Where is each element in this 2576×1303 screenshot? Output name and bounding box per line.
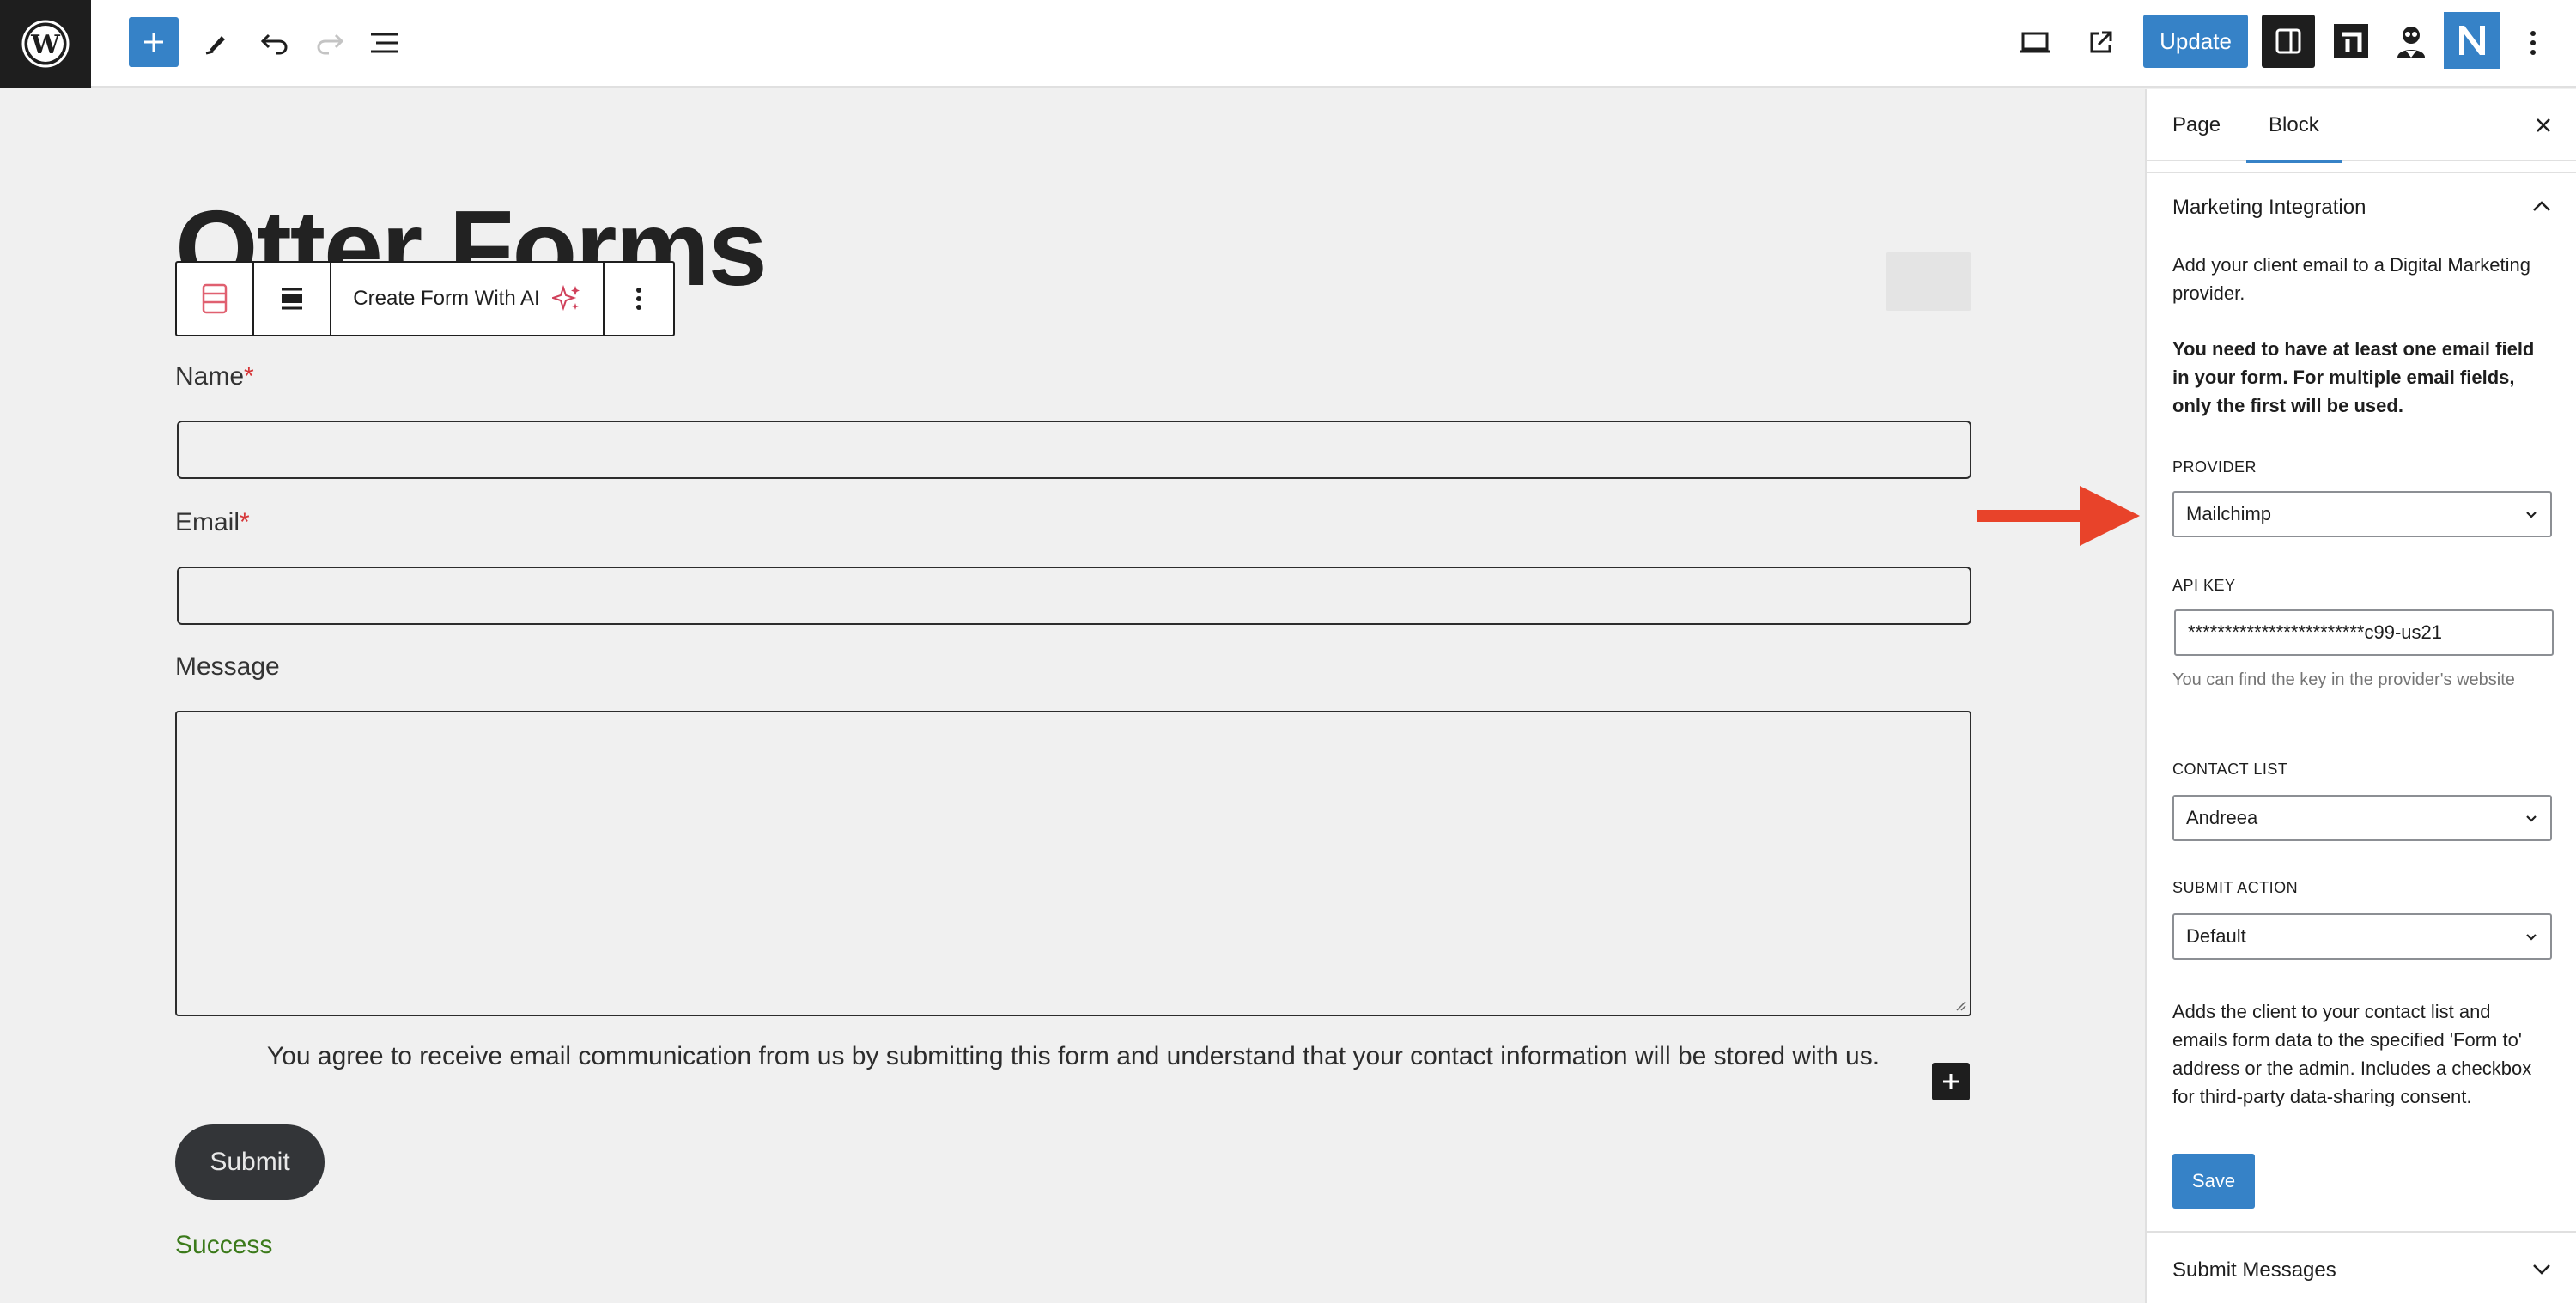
otter-plugin-button[interactable]: [2324, 14, 2379, 69]
tools-button[interactable]: [191, 17, 242, 69]
undo-button[interactable]: [249, 17, 301, 69]
api-key-input[interactable]: ************************c99-us21: [2174, 609, 2554, 656]
align-wide-icon: [282, 288, 302, 310]
submit-action-value: Default: [2186, 925, 2246, 947]
svg-text:W: W: [30, 30, 61, 60]
pencil-icon: [205, 36, 225, 55]
options-button[interactable]: [2507, 17, 2559, 69]
submit-action-description: Adds the client to your contact list and…: [2172, 1001, 2532, 1107]
chevron-up-icon: [2533, 201, 2550, 211]
message-label-text: Message: [175, 652, 280, 681]
api-key-help: You can find the key in the provider's w…: [2172, 670, 2515, 689]
form-submit-button[interactable]: Submit: [175, 1124, 325, 1200]
contact-list-select[interactable]: Andreea: [2172, 795, 2552, 841]
n-plugin-button[interactable]: [2444, 12, 2500, 69]
undo-icon: [260, 33, 288, 55]
block-placeholder: [1886, 252, 1971, 311]
user-plugin-button[interactable]: [2384, 14, 2439, 69]
redo-button[interactable]: [304, 17, 355, 69]
redo-icon: [317, 33, 344, 55]
contact-list-value: Andreea: [2186, 807, 2258, 828]
sparkles-icon: [551, 284, 580, 312]
close-sidebar-button[interactable]: [2524, 106, 2562, 144]
plus-icon: [1943, 1074, 1959, 1089]
settings-toggle-button[interactable]: [2262, 15, 2315, 68]
name-label-text: Name: [175, 362, 245, 391]
message-field-label: Message: [175, 652, 280, 682]
document-overview-button[interactable]: [359, 17, 410, 69]
chevron-down-icon: [2526, 934, 2537, 941]
list-view-icon: [371, 33, 398, 53]
close-icon: [2537, 118, 2550, 132]
message-textarea[interactable]: [175, 711, 1971, 1016]
create-form-with-ai-button[interactable]: Create Form With AI: [331, 263, 605, 335]
external-link-icon: [2090, 31, 2112, 53]
email-input[interactable]: [177, 567, 1971, 625]
name-field-label: Name*: [175, 362, 254, 391]
desktop-icon: [2020, 32, 2050, 53]
editor-top-bar: W Update: [0, 0, 2576, 88]
annotation-arrow-icon: [1977, 486, 2140, 546]
email-label-text: Email: [175, 508, 240, 536]
provider-value: Mailchimp: [2186, 503, 2272, 524]
view-page-button[interactable]: [2075, 17, 2126, 69]
wordpress-logo-button[interactable]: W: [0, 0, 91, 88]
email-requirement-text: You need to have at least one email fiel…: [2172, 338, 2535, 416]
form-block-icon: [202, 283, 228, 314]
chevron-down-icon: [2526, 815, 2537, 822]
block-options-button[interactable]: [605, 263, 673, 335]
tab-page[interactable]: Page: [2172, 89, 2221, 161]
chevron-down-icon: [2533, 1264, 2550, 1275]
name-input[interactable]: [177, 421, 1971, 479]
panel-divider: [2147, 172, 2576, 173]
chevron-down-icon: [2526, 512, 2537, 518]
add-block-inline-button[interactable]: [1932, 1063, 1970, 1100]
expand-panel-button[interactable]: [2524, 1251, 2559, 1286]
align-button[interactable]: [254, 263, 331, 335]
plus-icon: [144, 33, 163, 52]
sidebar-tabs: Page Block: [2147, 89, 2576, 163]
collapse-panel-button[interactable]: [2524, 189, 2559, 223]
required-marker: *: [240, 508, 250, 536]
submit-messages-panel-toggle[interactable]: Submit Messages: [2172, 1258, 2336, 1282]
plugin-n-icon: [2459, 26, 2485, 55]
provider-label: PROVIDER: [2172, 458, 2257, 476]
save-button[interactable]: Save: [2172, 1154, 2255, 1209]
block-toolbar: Create Form With AI: [175, 261, 675, 336]
consent-text: You agree to receive email communication…: [266, 1042, 1880, 1070]
plugin-user-icon: [2397, 27, 2425, 58]
api-key-label: API KEY: [2172, 577, 2236, 594]
resize-handle-icon[interactable]: [1954, 999, 1966, 1011]
submit-action-select[interactable]: Default: [2172, 913, 2552, 960]
success-message: Success: [175, 1231, 273, 1259]
plugin-otter-icon: [2334, 24, 2368, 58]
provider-select[interactable]: Mailchimp: [2172, 491, 2552, 537]
more-vertical-icon: [2530, 31, 2536, 55]
add-block-button[interactable]: [129, 17, 179, 67]
sidebar-icon: [2275, 28, 2301, 54]
form-block-switcher[interactable]: [177, 263, 254, 335]
editor-canvas: Otter Forms Create Form With AI Name* Em…: [0, 89, 2145, 1303]
panel-divider: [2147, 1231, 2576, 1233]
create-form-with-ai-label: Create Form With AI: [353, 287, 540, 310]
marketing-integration-panel-toggle[interactable]: Marketing Integration: [2172, 196, 2366, 220]
contact-list-label: CONTACT LIST: [2172, 761, 2288, 778]
update-button[interactable]: Update: [2143, 15, 2248, 68]
tab-block[interactable]: Block: [2246, 89, 2342, 163]
preview-device-button[interactable]: [2009, 17, 2061, 69]
required-marker: *: [244, 362, 254, 391]
more-vertical-icon: [636, 288, 641, 310]
submit-action-label: SUBMIT ACTION: [2172, 879, 2299, 896]
wordpress-icon: W: [21, 20, 70, 68]
settings-sidebar: Page Block Marketing Integration Add you…: [2145, 89, 2576, 1303]
intro-text: Add your client email to a Digital Marke…: [2172, 254, 2530, 304]
email-field-label: Email*: [175, 508, 250, 537]
